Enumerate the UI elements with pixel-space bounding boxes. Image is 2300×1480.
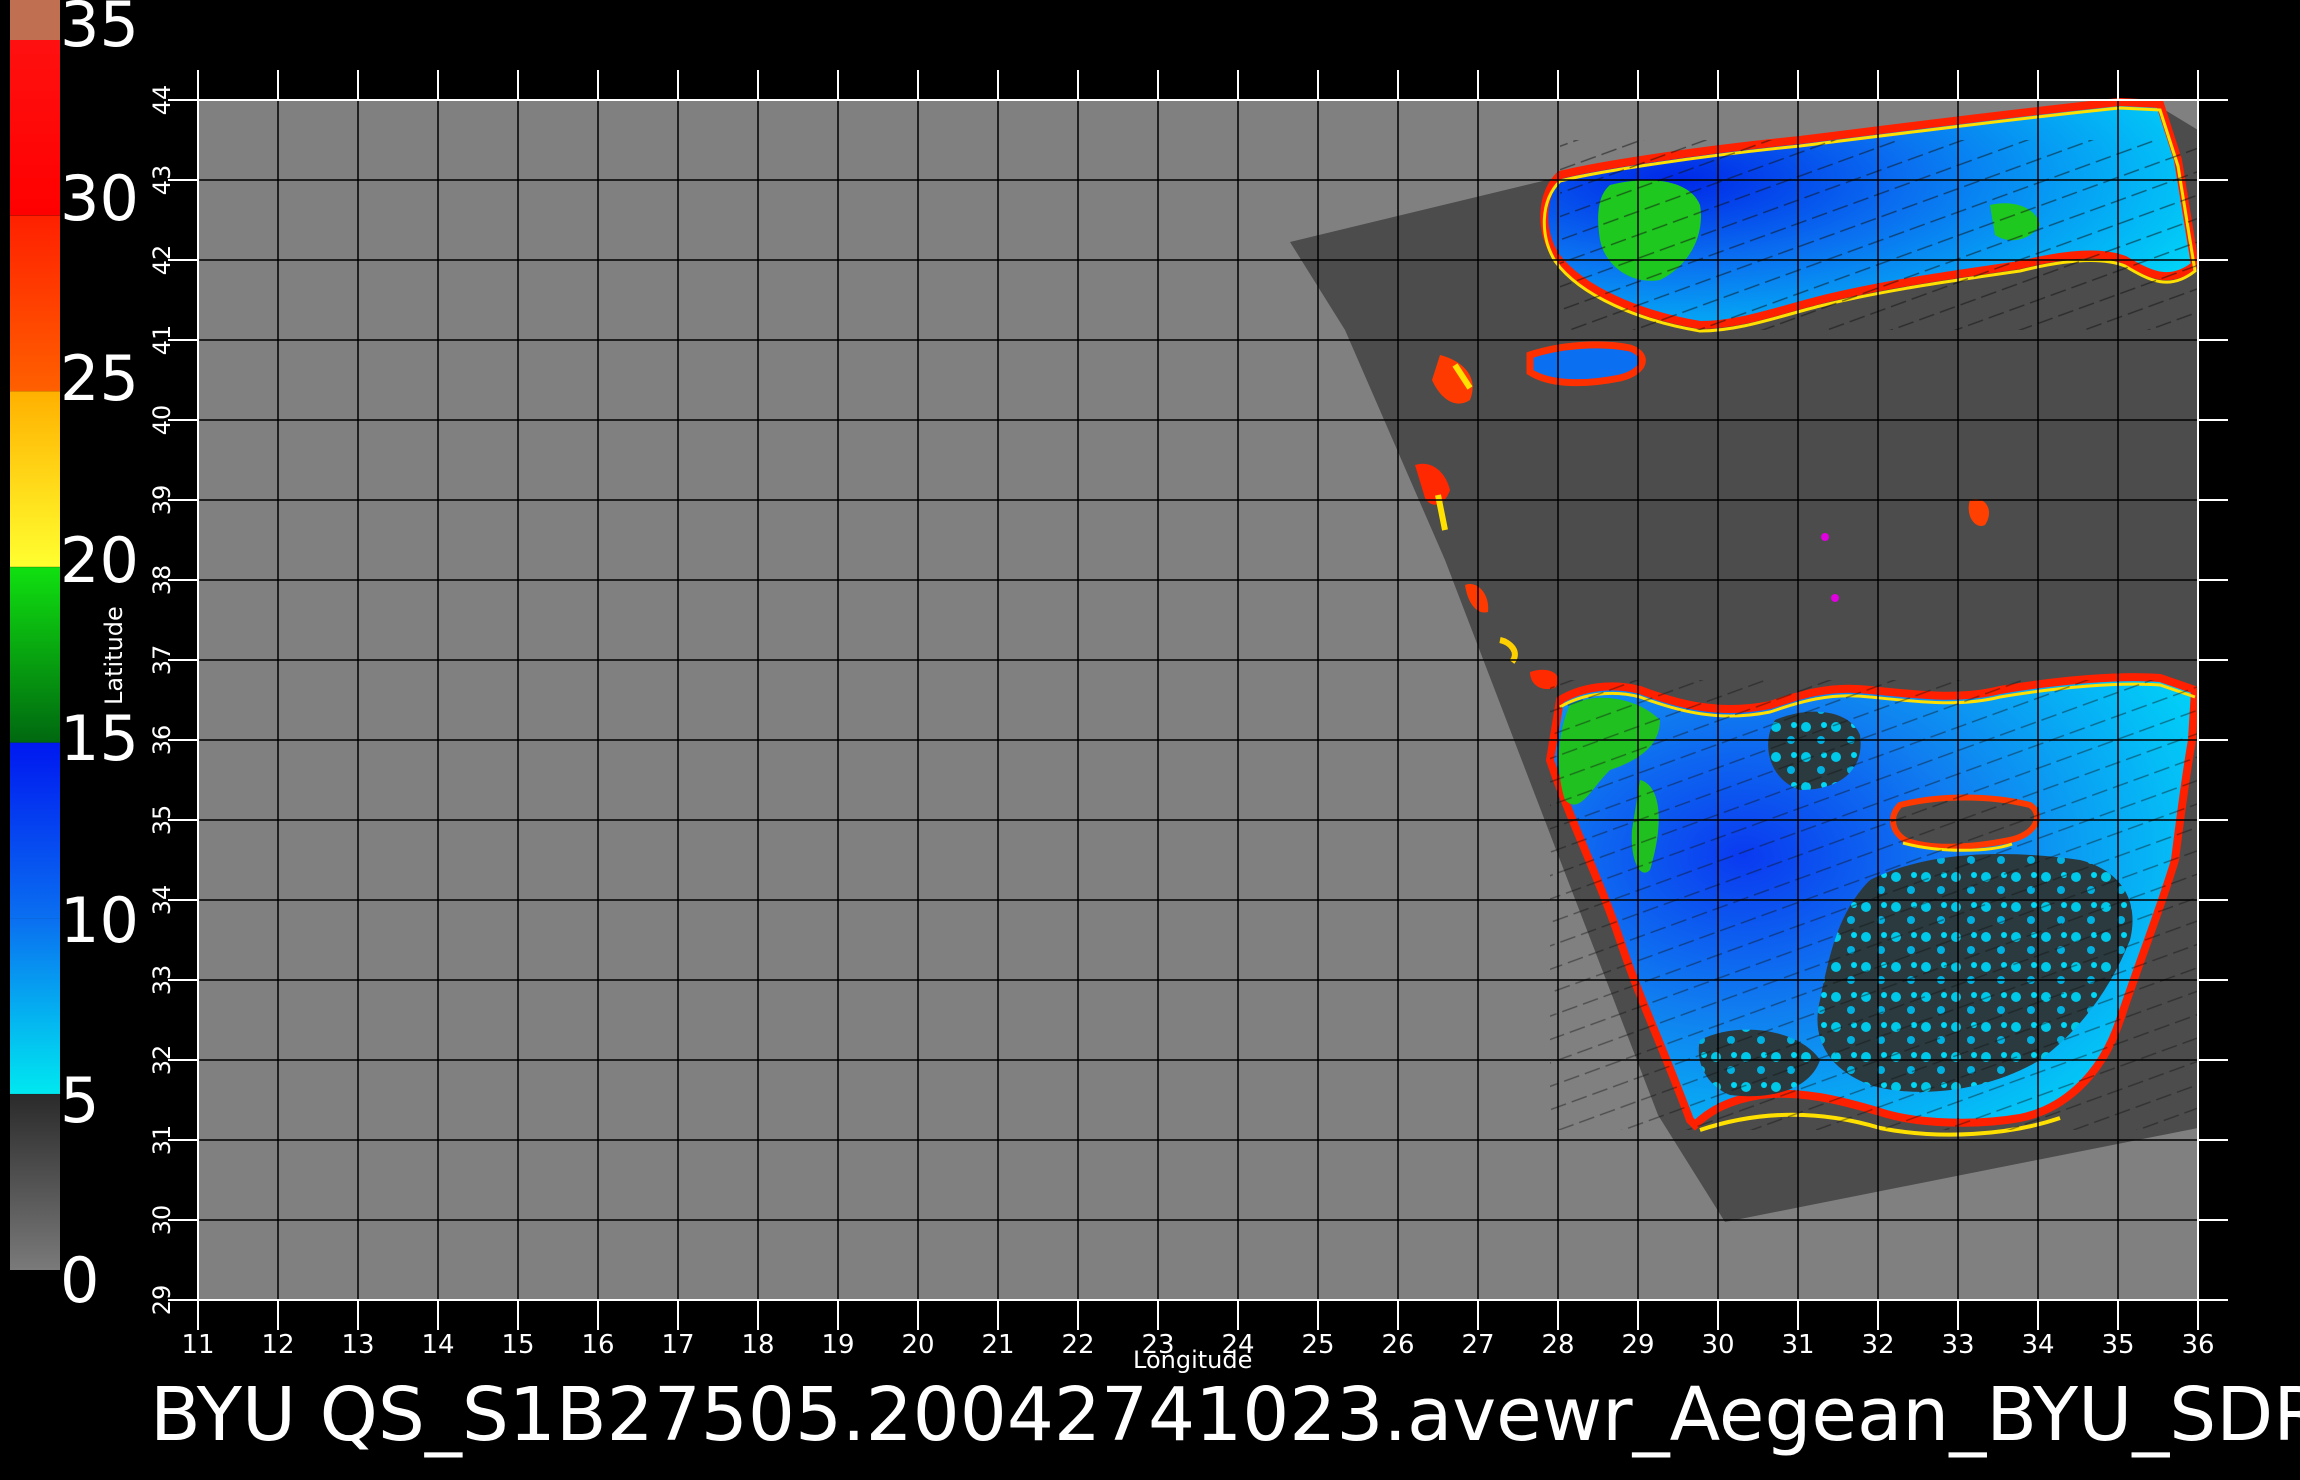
y-axis-title: Latitude bbox=[100, 606, 128, 705]
lon-label-32: 32 bbox=[1861, 1330, 1894, 1360]
lat-label-36: 36 bbox=[148, 725, 176, 756]
colorbar-segment bbox=[10, 40, 60, 216]
lat-label-32: 32 bbox=[148, 1045, 176, 1076]
lon-label-18: 18 bbox=[741, 1330, 774, 1360]
colorbar-label-5: 5 bbox=[60, 1064, 100, 1137]
lon-label-26: 26 bbox=[1381, 1330, 1414, 1360]
colorbar-segment bbox=[10, 391, 60, 567]
lon-label-19: 19 bbox=[821, 1330, 854, 1360]
lon-label-25: 25 bbox=[1301, 1330, 1334, 1360]
wind-speed-map: 11 12 13 14 15 16 17 18 19 20 21 22 23 24 25 26 27 28 29 30… bbox=[10, 0, 2228, 1360]
colorbar-label-30: 30 bbox=[60, 162, 139, 235]
colorbar-segment bbox=[10, 918, 60, 1094]
lon-label-30: 30 bbox=[1701, 1330, 1734, 1360]
product-title: BYU QS_S1B27505.20042741023.avewr_Aegean… bbox=[150, 1372, 2300, 1458]
colorbar-label-35: 35 bbox=[60, 0, 139, 61]
lat-label-30: 30 bbox=[148, 1205, 176, 1236]
lat-label-43: 43 bbox=[148, 165, 176, 196]
lat-label-31: 31 bbox=[148, 1125, 176, 1156]
lon-label-13: 13 bbox=[341, 1330, 374, 1360]
colorbar-label-0: 0 bbox=[60, 1244, 100, 1317]
lon-label-15: 15 bbox=[501, 1330, 534, 1360]
lon-label-28: 28 bbox=[1541, 1330, 1574, 1360]
colorbar-segment bbox=[10, 1094, 60, 1270]
lat-label-33: 33 bbox=[148, 965, 176, 996]
colorbar-top-cap bbox=[10, 0, 60, 40]
lon-label-29: 29 bbox=[1621, 1330, 1654, 1360]
lon-label-17: 17 bbox=[661, 1330, 694, 1360]
x-axis-title: Longitude bbox=[1133, 1346, 1253, 1374]
lon-label-33: 33 bbox=[1941, 1330, 1974, 1360]
colorbar-segment bbox=[10, 567, 60, 743]
mediterranean-wind-field bbox=[1545, 673, 2200, 1137]
lon-label-27: 27 bbox=[1461, 1330, 1494, 1360]
lat-label-40: 40 bbox=[148, 405, 176, 436]
lon-label-36: 36 bbox=[2181, 1330, 2214, 1360]
latitude-tick-labels: 29 30 31 32 33 34 35 36 37 38 39 40 41 42 43 44 bbox=[148, 85, 176, 1316]
lon-label-12: 12 bbox=[261, 1330, 294, 1360]
lon-label-31: 31 bbox=[1781, 1330, 1814, 1360]
lat-label-39: 39 bbox=[148, 485, 176, 516]
lon-label-34: 34 bbox=[2021, 1330, 2054, 1360]
colorbar-label-25: 25 bbox=[60, 342, 139, 415]
colorbar-segment bbox=[10, 742, 60, 919]
lat-label-38: 38 bbox=[148, 565, 176, 596]
lon-label-22: 22 bbox=[1061, 1330, 1094, 1360]
colorbar-label-20: 20 bbox=[60, 524, 139, 597]
lon-label-16: 16 bbox=[581, 1330, 614, 1360]
lat-label-37: 37 bbox=[148, 645, 176, 676]
lon-label-21: 21 bbox=[981, 1330, 1014, 1360]
colorbar-segment bbox=[10, 215, 60, 392]
lat-label-41: 41 bbox=[148, 325, 176, 356]
lat-label-42: 42 bbox=[148, 245, 176, 276]
lat-label-34: 34 bbox=[148, 885, 176, 916]
lon-label-20: 20 bbox=[901, 1330, 934, 1360]
colorbar-label-15: 15 bbox=[60, 702, 139, 775]
lat-label-44: 44 bbox=[148, 85, 176, 116]
colorbar-label-10: 10 bbox=[60, 884, 139, 957]
lon-label-35: 35 bbox=[2101, 1330, 2134, 1360]
lon-label-14: 14 bbox=[421, 1330, 454, 1360]
lat-label-35: 35 bbox=[148, 805, 176, 836]
lat-label-29: 29 bbox=[148, 1285, 176, 1316]
lon-label-11: 11 bbox=[181, 1330, 214, 1360]
colorbar bbox=[10, 0, 60, 1270]
